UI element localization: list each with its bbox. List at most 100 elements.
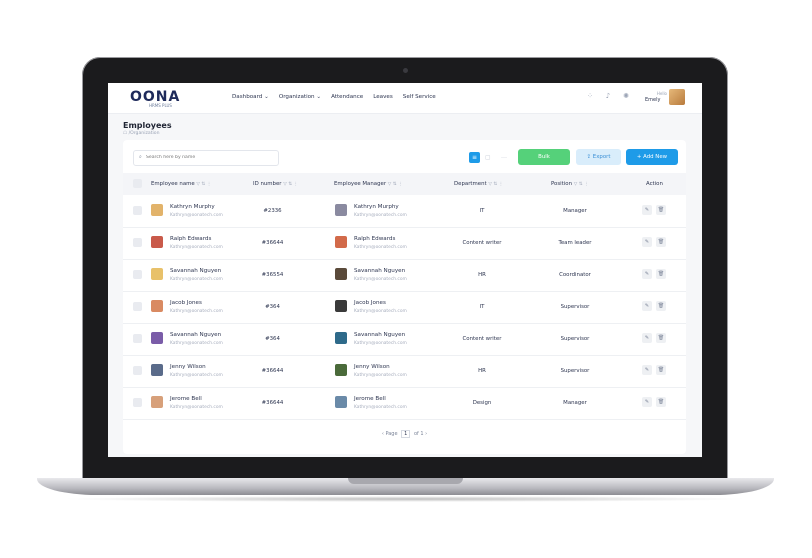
employee-id: #2336 — [263, 208, 282, 214]
row-checkbox[interactable] — [133, 334, 142, 343]
delete-icon[interactable]: 🗑 — [656, 205, 666, 215]
nav-organization-label: Organization — [278, 94, 315, 100]
employee-name[interactable]: Jerome Bell — [170, 396, 202, 402]
nav-organization[interactable]: Organization ⌄ — [279, 94, 321, 100]
table-header: Employee name ▽ ⇅ ⋮ ID number ▽ ⇅ ⋮ Empl… — [123, 173, 686, 195]
bulk-button[interactable]: Bulk — [518, 149, 570, 165]
row-checkbox[interactable] — [133, 302, 142, 311]
manager-email: Kathryn@oonatech.com — [354, 309, 407, 314]
row-checkbox[interactable] — [133, 366, 142, 375]
main-nav: Dashboard ⌄ Organization ⌄ Attendance Le… — [232, 94, 436, 100]
bell-icon[interactable]: ♪ — [604, 92, 612, 100]
nav-self-service[interactable]: Self Service — [403, 94, 436, 100]
table-row[interactable]: Savannah Nguyen Kathryn@oonatech.com #3655… — [123, 259, 686, 292]
page-title: Employees — [123, 121, 172, 130]
next-page-icon[interactable]: › — [425, 431, 427, 437]
manager-email: Kathryn@oonatech.com — [354, 405, 407, 410]
employee-avatar — [151, 332, 163, 344]
manager-name[interactable]: Ralph Edwards — [354, 236, 395, 242]
department: Content writer — [462, 336, 502, 342]
manager-name[interactable]: Jacob Jones — [354, 300, 386, 306]
filter-sort-icon[interactable]: ▽ ⇅ ⋮ — [196, 182, 211, 187]
manager-name[interactable]: Jenny Wilson — [354, 364, 390, 370]
row-checkbox[interactable] — [133, 398, 142, 407]
row-checkbox[interactable] — [133, 238, 142, 247]
manager-avatar — [335, 396, 347, 408]
user-avatar[interactable] — [669, 89, 685, 105]
employee-email: Kathryn@oonatech.com — [170, 213, 223, 218]
employee-name[interactable]: Kathryn Murphy — [170, 204, 215, 210]
table-row[interactable]: Jerome Bell Kathryn@oonatech.com #36644 Jer… — [123, 387, 686, 420]
manager-name[interactable]: Kathryn Murphy — [354, 204, 399, 210]
search-box[interactable]: ⌕ — [133, 150, 279, 166]
camera-dot — [403, 68, 408, 73]
filter-sort-icon[interactable]: ▽ ⇅ ⋮ — [574, 182, 589, 187]
position: Manager — [563, 400, 587, 406]
filter-sort-icon[interactable]: ▽ ⇅ ⋮ — [283, 182, 298, 187]
select-all-checkbox[interactable] — [133, 179, 142, 188]
col-manager[interactable]: Employee Manager ▽ ⇅ ⋮ — [334, 181, 403, 187]
employee-name[interactable]: Jenny Wilson — [170, 364, 206, 370]
filter-sort-icon[interactable]: ▽ ⇅ ⋮ — [388, 182, 403, 187]
employee-name[interactable]: Savannah Nguyen — [170, 268, 221, 274]
add-new-button[interactable]: + Add New — [626, 149, 678, 165]
edit-icon[interactable]: ✎ — [642, 301, 652, 311]
edit-icon[interactable]: ✎ — [642, 333, 652, 343]
col-department[interactable]: Department ▽ ⇅ ⋮ — [454, 181, 503, 187]
grid-view-icon[interactable]: ▢ — [485, 154, 491, 161]
edit-icon[interactable]: ✎ — [642, 205, 652, 215]
edit-icon[interactable]: ✎ — [642, 237, 652, 247]
manager-name[interactable]: Jerome Bell — [354, 396, 386, 402]
employee-avatar — [151, 396, 163, 408]
row-checkbox[interactable] — [133, 270, 142, 279]
more-view-icon[interactable]: … — [501, 153, 507, 160]
nav-dashboard[interactable]: Dashboard ⌄ — [232, 94, 269, 100]
manager-name[interactable]: Savannah Nguyen — [354, 268, 405, 274]
employee-name[interactable]: Ralph Edwards — [170, 236, 211, 242]
table-row[interactable]: Jenny Wilson Kathryn@oonatech.com #36644 Je… — [123, 355, 686, 388]
laptop-base — [37, 478, 774, 495]
col-id-number[interactable]: ID number ▽ ⇅ ⋮ — [253, 181, 298, 187]
department: HR — [478, 368, 486, 374]
edit-icon[interactable]: ✎ — [642, 365, 652, 375]
apps-icon[interactable]: ⁘ — [586, 92, 594, 100]
edit-icon[interactable]: ✎ — [642, 397, 652, 407]
table-row[interactable]: Savannah Nguyen Kathryn@oonatech.com #364 S… — [123, 323, 686, 356]
search-input[interactable] — [146, 153, 271, 162]
manager-name[interactable]: Savannah Nguyen — [354, 332, 405, 338]
employee-id: #36554 — [261, 272, 284, 278]
department: IT — [479, 304, 485, 310]
table-row[interactable]: Ralph Edwards Kathryn@oonatech.com #36644 R… — [123, 227, 686, 260]
col-action: Action — [646, 181, 663, 187]
employee-id: #36644 — [261, 240, 284, 246]
employee-email: Kathryn@oonatech.com — [170, 341, 223, 346]
list-view-icon[interactable]: ≡ — [469, 152, 480, 163]
export-button[interactable]: ⇪ Export — [576, 149, 621, 165]
edit-icon[interactable]: ✎ — [642, 269, 652, 279]
nav-attendance[interactable]: Attendance — [331, 94, 363, 100]
prev-page-icon[interactable]: ‹ — [382, 431, 384, 437]
page-input[interactable]: 1 — [401, 430, 411, 438]
delete-icon[interactable]: 🗑 — [656, 301, 666, 311]
col-position[interactable]: Position ▽ ⇅ ⋮ — [551, 181, 589, 187]
position: Supervisor — [560, 304, 590, 310]
delete-icon[interactable]: 🗑 — [656, 333, 666, 343]
table-row[interactable]: Jacob Jones Kathryn@oonatech.com #364 Jacob… — [123, 291, 686, 324]
delete-icon[interactable]: 🗑 — [656, 269, 666, 279]
col-employee-name[interactable]: Employee name ▽ ⇅ ⋮ — [151, 181, 211, 187]
breadcrumb[interactable]: ☖ /Organization — [123, 131, 160, 136]
employee-id: #36644 — [261, 400, 284, 406]
delete-icon[interactable]: 🗑 — [656, 397, 666, 407]
employee-name[interactable]: Jacob Jones — [170, 300, 202, 306]
filter-sort-icon[interactable]: ▽ ⇅ ⋮ — [488, 182, 503, 187]
user-greeting: Hello — [656, 91, 667, 96]
nav-leaves[interactable]: Leaves — [373, 94, 393, 100]
delete-icon[interactable]: 🗑 — [656, 365, 666, 375]
employee-email: Kathryn@oonatech.com — [170, 277, 223, 282]
row-checkbox[interactable] — [133, 206, 142, 215]
table-row[interactable]: Kathryn Murphy Kathryn@oonatech.com #2336 K… — [123, 195, 686, 228]
manager-email: Kathryn@oonatech.com — [354, 213, 407, 218]
employee-name[interactable]: Savannah Nguyen — [170, 332, 221, 338]
settings-icon[interactable]: ✺ — [622, 92, 630, 100]
delete-icon[interactable]: 🗑 — [656, 237, 666, 247]
